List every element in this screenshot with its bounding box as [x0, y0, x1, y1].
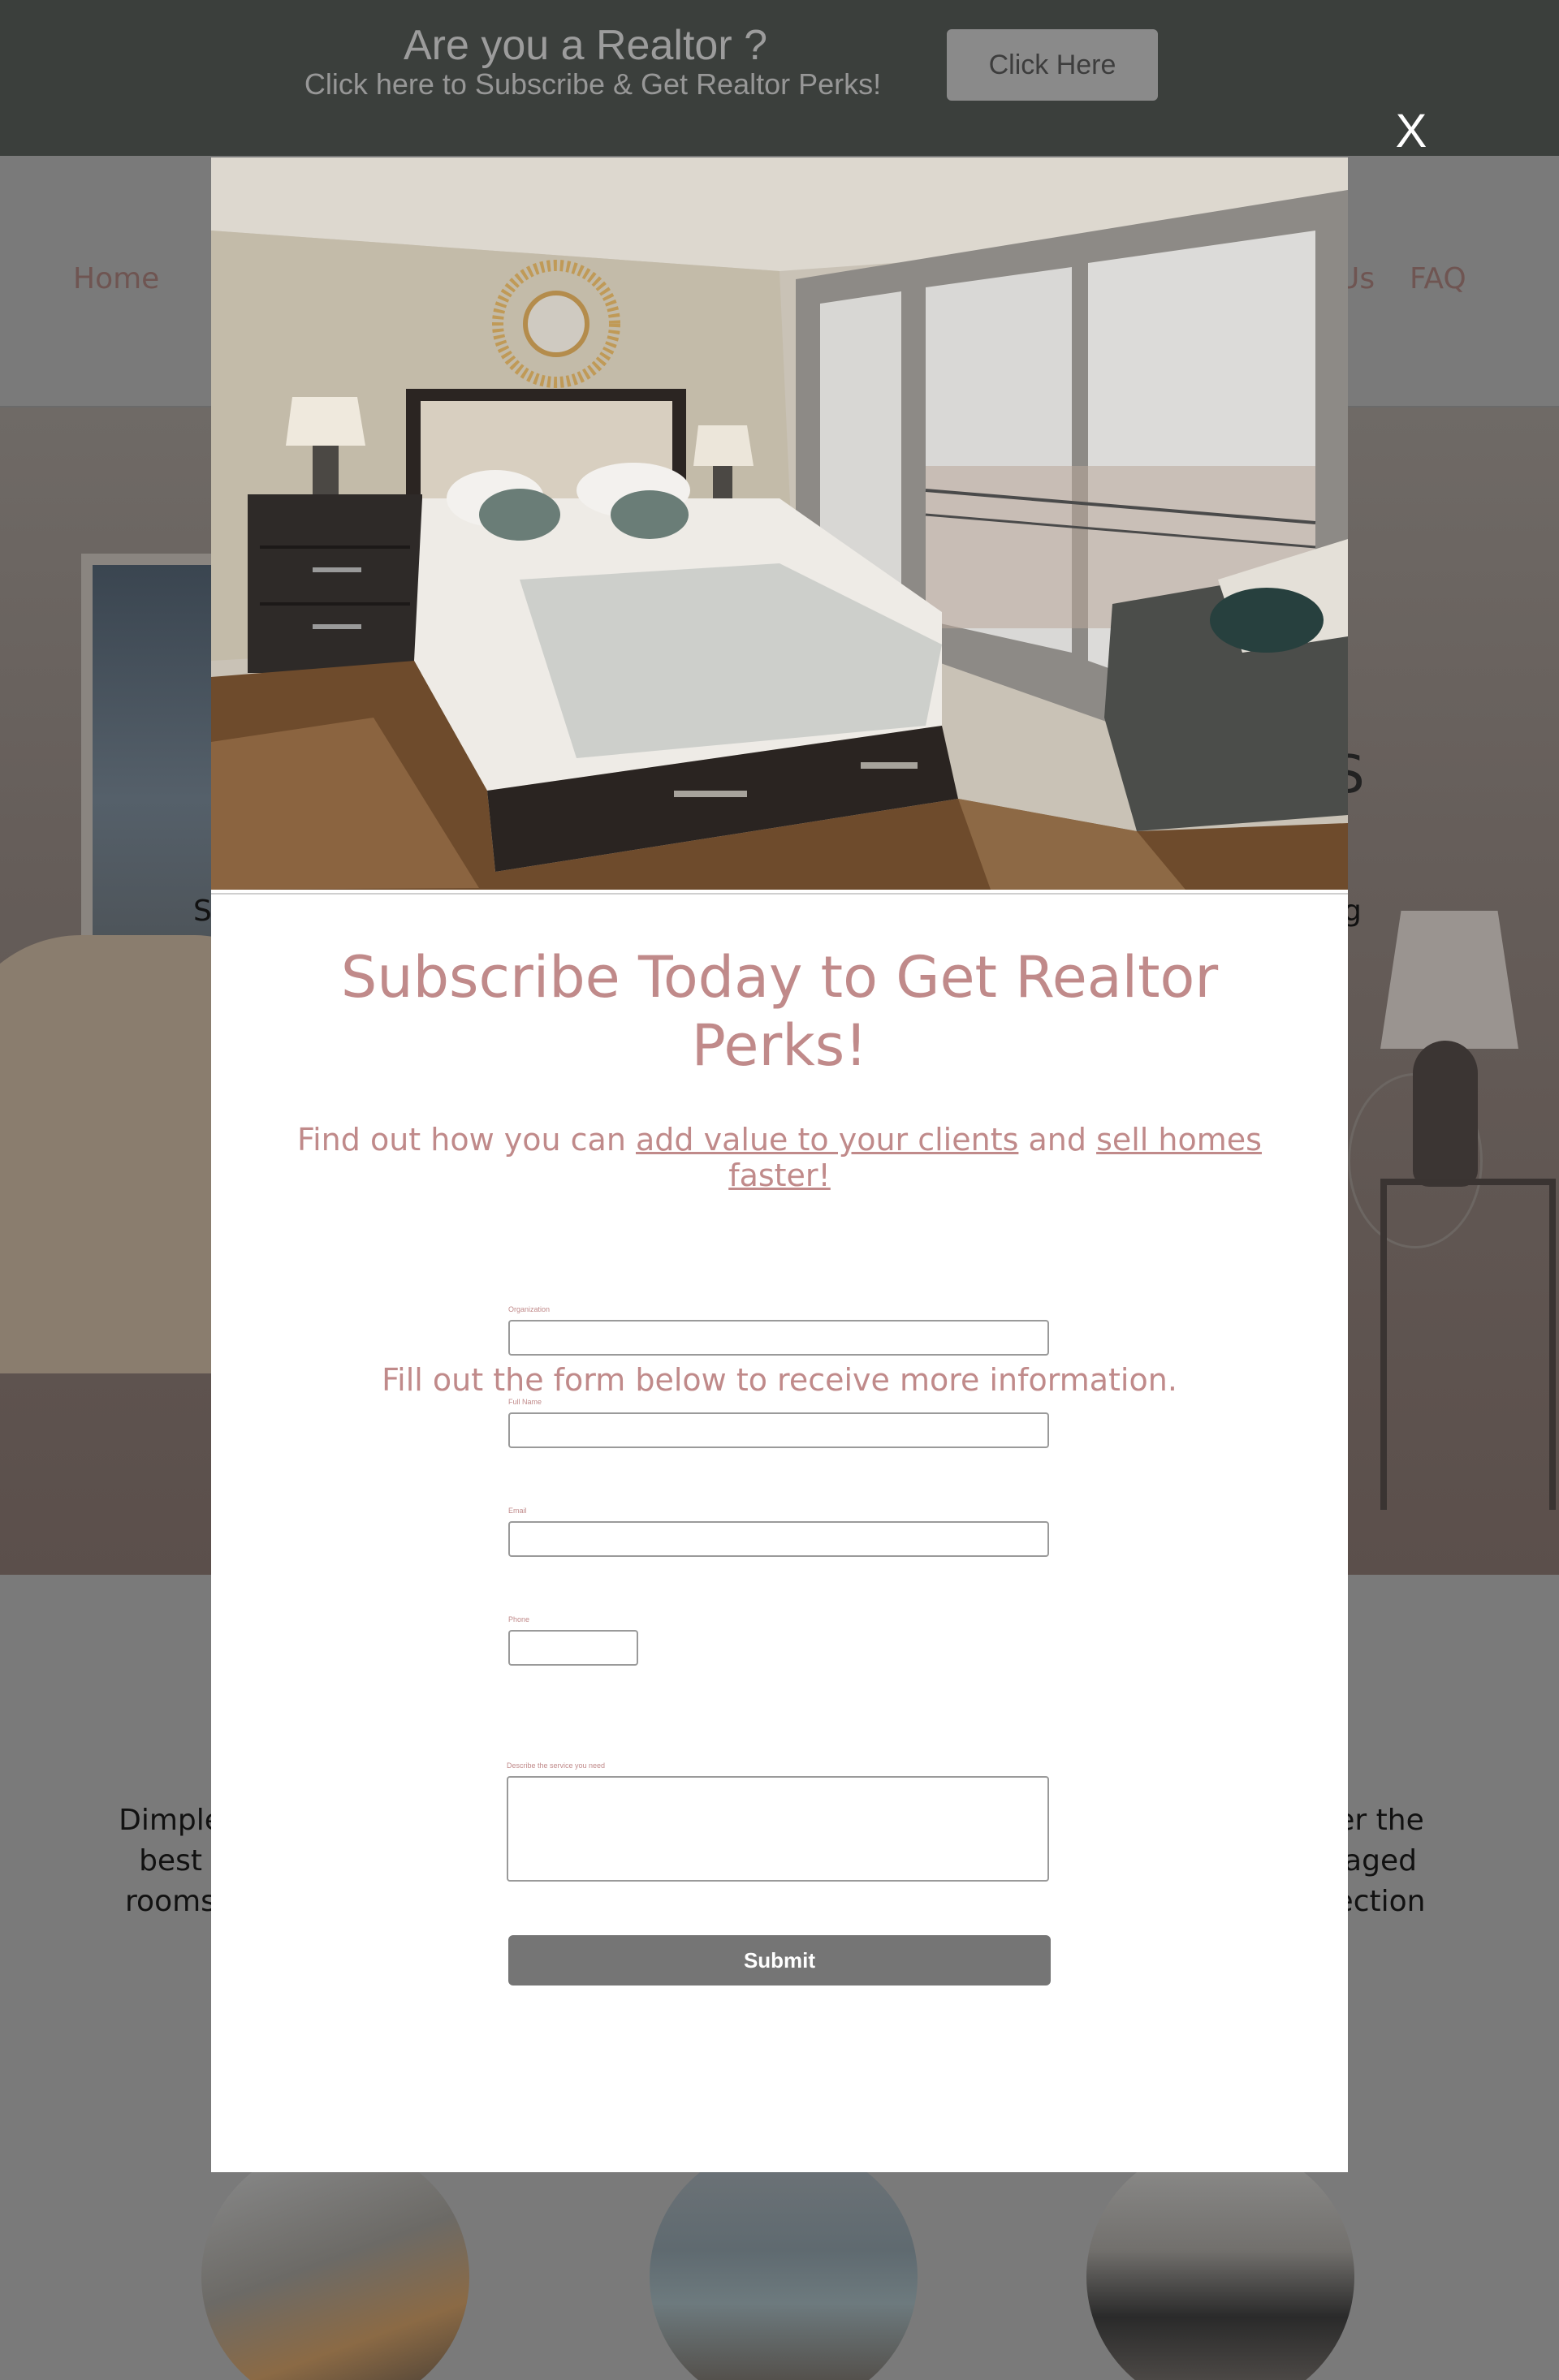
nav-item-home[interactable]: Home	[73, 262, 159, 295]
realtor-banner: Are you a Realtor ? Click here to Subscr…	[0, 0, 1559, 156]
hero-lamp-base-image	[1413, 1041, 1478, 1187]
service-image-stairs[interactable]	[201, 2143, 469, 2380]
hero-table-image	[1380, 1179, 1556, 1510]
email-label: Email	[508, 1507, 527, 1515]
about-left-line: rooms	[125, 1885, 216, 1918]
email-input[interactable]	[508, 1521, 1049, 1557]
phone-input[interactable]	[508, 1630, 638, 1666]
subscribe-modal: Subscribe Today to Get Realtor Perks! Fi…	[211, 157, 1348, 2172]
organization-label: Organization	[508, 1305, 551, 1313]
service-description-textarea[interactable]	[507, 1776, 1049, 1882]
modal-title: Subscribe Today to Get Realtor Perks!	[340, 944, 1219, 1079]
full-name-input[interactable]	[508, 1412, 1049, 1448]
hero-lamp-image	[1380, 911, 1518, 1049]
photo-divider	[211, 890, 1348, 895]
bedroom-photo	[211, 157, 1348, 890]
modal-intro: Find out how you can add value to your c…	[276, 1122, 1283, 1193]
about-text-left: Dimple best rooms	[114, 1800, 227, 1922]
add-value-link[interactable]: add value to your clients	[636, 1122, 1018, 1158]
click-here-button[interactable]: Click Here	[947, 29, 1158, 101]
intro-prefix: Find out how you can	[297, 1122, 636, 1158]
modal-close-button[interactable]: X	[1393, 107, 1429, 156]
service-image-living-room[interactable]	[1086, 2143, 1354, 2380]
modal-instruction: Fill out the form below to receive more …	[382, 1362, 1177, 1398]
submit-button[interactable]: Submit	[508, 1935, 1051, 1985]
full-name-label: Full Name	[508, 1398, 542, 1406]
organization-input[interactable]	[508, 1320, 1049, 1356]
service-description-label: Describe the service you need	[507, 1761, 606, 1770]
intro-mid: and	[1018, 1122, 1097, 1158]
about-left-line: best	[139, 1844, 202, 1878]
nav-item-faq[interactable]: FAQ	[1410, 262, 1466, 295]
service-image-bedroom[interactable]	[650, 2143, 918, 2380]
realtor-banner-subtitle: Click here to Subscribe & Get Realtor Pe…	[304, 67, 882, 101]
about-left-line: Dimple	[119, 1804, 222, 1837]
phone-label: Phone	[508, 1615, 530, 1623]
hero-subtext-fragment-left: S	[193, 895, 212, 928]
realtor-banner-title: Are you a Realtor ?	[403, 22, 768, 69]
